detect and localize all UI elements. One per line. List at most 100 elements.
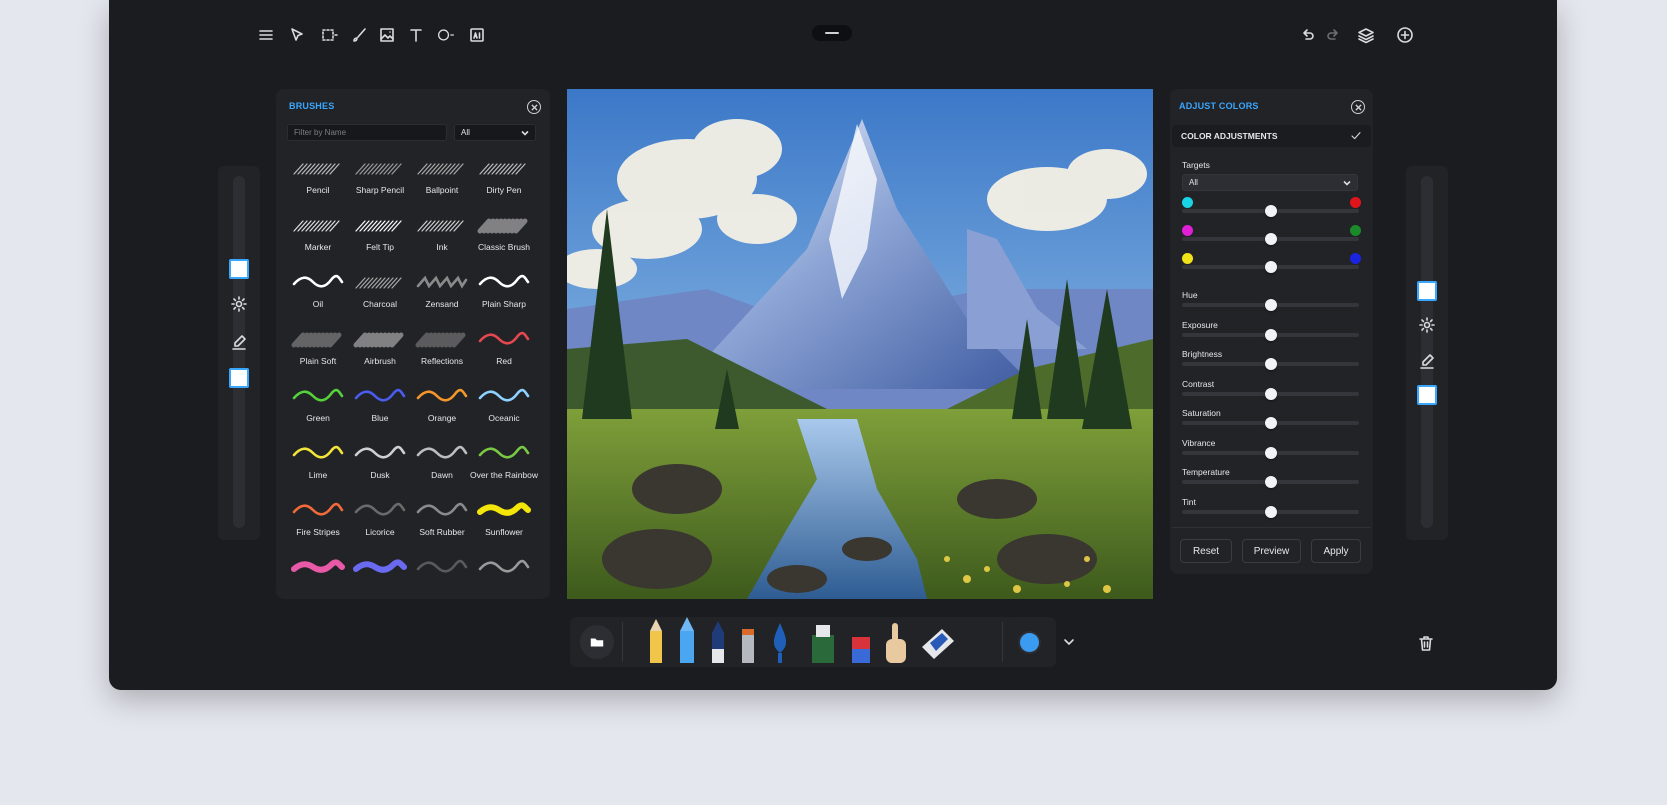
adjustment-slider[interactable] bbox=[1182, 476, 1359, 488]
brush-item[interactable]: Licorice bbox=[349, 497, 411, 554]
preview-button[interactable]: Preview bbox=[1242, 539, 1301, 563]
brush-item[interactable]: Classic Brush bbox=[473, 212, 535, 269]
size-handle-top[interactable] bbox=[229, 259, 249, 279]
settings-icon[interactable] bbox=[1417, 315, 1437, 335]
brush-item[interactable] bbox=[287, 554, 349, 611]
adjustment-slider[interactable] bbox=[1182, 505, 1359, 518]
brush-item[interactable]: Dusk bbox=[349, 440, 411, 497]
trash-icon[interactable] bbox=[1415, 632, 1437, 654]
select-arrow-icon[interactable] bbox=[286, 25, 308, 45]
pen-icon[interactable] bbox=[229, 332, 249, 352]
pen-grey[interactable] bbox=[742, 629, 754, 663]
pen-navy[interactable] bbox=[712, 621, 724, 663]
close-icon[interactable] bbox=[527, 100, 541, 114]
slider-knob[interactable] bbox=[1264, 233, 1277, 245]
brush-icon[interactable] bbox=[349, 25, 371, 45]
adjustment-slider[interactable] bbox=[1182, 446, 1359, 459]
size-handle-bottom[interactable] bbox=[229, 368, 249, 388]
brush-item[interactable]: Oil bbox=[287, 269, 349, 326]
shape-icon[interactable] bbox=[433, 25, 459, 45]
settings-icon[interactable] bbox=[229, 294, 249, 314]
brush-item[interactable] bbox=[473, 554, 535, 611]
reset-button[interactable]: Reset bbox=[1180, 539, 1232, 563]
undo-icon[interactable] bbox=[1296, 25, 1318, 45]
marquee-select-icon[interactable] bbox=[317, 25, 341, 45]
eraser[interactable] bbox=[852, 637, 870, 663]
slider-knob[interactable] bbox=[1264, 358, 1277, 370]
redo-icon[interactable] bbox=[1323, 25, 1345, 45]
slider-knob[interactable] bbox=[1264, 261, 1277, 273]
opacity-handle-bottom[interactable] bbox=[1417, 385, 1437, 405]
chevron-down-icon[interactable] bbox=[1059, 632, 1079, 652]
brush-item[interactable]: Dirty Pen bbox=[473, 155, 535, 212]
brush-item[interactable]: Green bbox=[287, 383, 349, 440]
menu-icon[interactable] bbox=[254, 25, 278, 45]
brush-category-select[interactable]: All bbox=[454, 124, 536, 141]
brush-item[interactable]: Sunflower bbox=[473, 497, 535, 554]
brush-filter-input[interactable]: Filter by Name bbox=[287, 124, 447, 141]
color-balance-slider[interactable] bbox=[1182, 233, 1359, 245]
current-color-swatch[interactable] bbox=[1007, 617, 1052, 667]
brush-item[interactable]: Marker bbox=[287, 212, 349, 269]
color-adjustments-section[interactable]: COLOR ADJUSTMENTS bbox=[1172, 125, 1371, 147]
brush-item[interactable]: Charcoal bbox=[349, 269, 411, 326]
adjustment-slider[interactable] bbox=[1182, 299, 1359, 311]
brush-item[interactable]: Reflections bbox=[411, 326, 473, 383]
color-balance-slider[interactable] bbox=[1182, 205, 1359, 217]
apply-button[interactable]: Apply bbox=[1311, 539, 1361, 563]
brush-item[interactable]: Ink bbox=[411, 212, 473, 269]
brush-item[interactable]: Red bbox=[473, 326, 535, 383]
brush-item[interactable]: Orange bbox=[411, 383, 473, 440]
slider-knob[interactable] bbox=[1264, 476, 1277, 488]
ink-drop[interactable] bbox=[773, 623, 787, 663]
brush-item[interactable]: Ballpoint bbox=[411, 155, 473, 212]
brush-item[interactable] bbox=[411, 554, 473, 611]
slider-knob[interactable] bbox=[1264, 299, 1277, 311]
adjustment-slider[interactable] bbox=[1182, 417, 1359, 429]
text-icon[interactable] bbox=[405, 25, 427, 45]
brush-item[interactable] bbox=[349, 554, 411, 611]
pencil-blue[interactable] bbox=[680, 617, 694, 663]
brush-item[interactable]: Sharp Pencil bbox=[349, 155, 411, 212]
hand-finger[interactable] bbox=[886, 623, 906, 663]
image-icon[interactable] bbox=[376, 25, 398, 45]
brush-item[interactable]: Lime bbox=[287, 440, 349, 497]
slider-knob[interactable] bbox=[1264, 417, 1277, 429]
slider-knob[interactable] bbox=[1264, 328, 1277, 341]
slider-knob[interactable] bbox=[1264, 446, 1277, 459]
brush-item[interactable]: Soft Rubber bbox=[411, 497, 473, 554]
add-icon[interactable] bbox=[1394, 25, 1416, 45]
size-slider-track[interactable] bbox=[233, 176, 245, 528]
brush-item[interactable]: Zensand bbox=[411, 269, 473, 326]
adjustment-slider[interactable] bbox=[1182, 387, 1359, 400]
pencil-yellow[interactable] bbox=[650, 619, 662, 663]
slider-knob[interactable] bbox=[1264, 387, 1277, 400]
adjustment-slider[interactable] bbox=[1182, 328, 1359, 341]
brush-item[interactable]: Over the Rainbow bbox=[470, 440, 538, 497]
brush-item[interactable]: Pencil bbox=[287, 155, 349, 212]
targets-select[interactable]: All bbox=[1182, 174, 1358, 191]
close-icon[interactable] bbox=[1351, 100, 1365, 114]
adjustment-slider[interactable] bbox=[1182, 358, 1359, 370]
brush-item[interactable]: Blue bbox=[349, 383, 411, 440]
paint-tube[interactable] bbox=[922, 629, 954, 659]
color-balance-slider[interactable] bbox=[1182, 261, 1359, 273]
slider-knob[interactable] bbox=[1264, 505, 1277, 518]
canvas[interactable] bbox=[567, 89, 1153, 599]
brush-item[interactable]: Dawn bbox=[411, 440, 473, 497]
check-icon[interactable] bbox=[1348, 128, 1364, 144]
brush-item[interactable]: Felt Tip bbox=[349, 212, 411, 269]
folder-icon[interactable] bbox=[580, 625, 614, 659]
slider-knob[interactable] bbox=[1264, 205, 1277, 217]
pen-icon[interactable] bbox=[1417, 351, 1437, 371]
brush-item[interactable]: Plain Sharp bbox=[473, 269, 535, 326]
brush-item[interactable]: Airbrush bbox=[349, 326, 411, 383]
ai-icon[interactable] bbox=[466, 25, 488, 45]
opacity-handle-top[interactable] bbox=[1417, 281, 1437, 301]
brush-item[interactable]: Plain Soft bbox=[287, 326, 349, 383]
glue-bottle[interactable] bbox=[812, 625, 834, 663]
brush-item[interactable]: Oceanic bbox=[473, 383, 535, 440]
layers-icon[interactable] bbox=[1355, 25, 1377, 45]
drag-handle[interactable] bbox=[812, 25, 852, 41]
brush-item[interactable]: Fire Stripes bbox=[287, 497, 349, 554]
